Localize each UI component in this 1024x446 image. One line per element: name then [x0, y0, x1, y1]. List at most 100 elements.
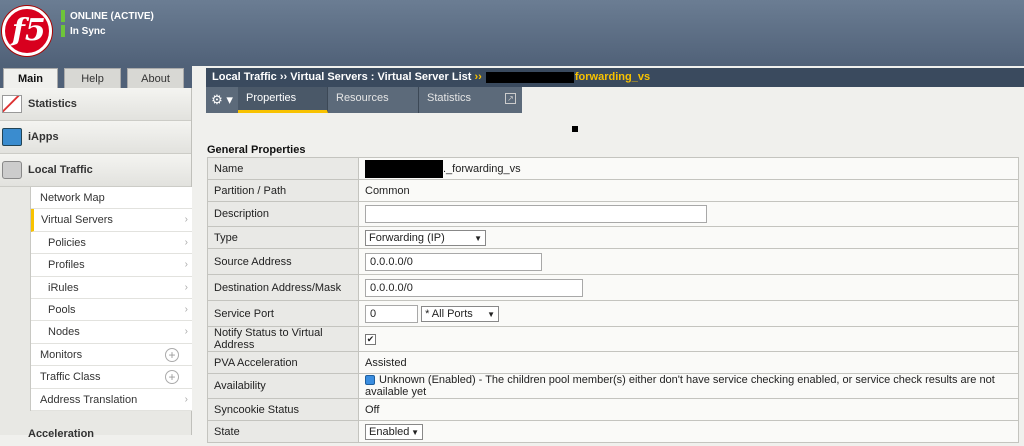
description-label: Description [207, 201, 359, 227]
name-cell: ._forwarding_vs [358, 157, 1019, 180]
add-plus-icon[interactable]: + [165, 370, 179, 385]
table-row: Description [207, 201, 1019, 227]
table-row: Syncookie Status Off [207, 398, 1019, 421]
table-row: Source Address 0.0.0.0/0 [207, 248, 1019, 275]
type-select-value: Forwarding (IP) [369, 231, 445, 244]
popout-icon[interactable]: ↗ [505, 93, 516, 104]
destination-cell: 0.0.0.0/0 [358, 274, 1019, 301]
tab-statistics-label: Statistics [427, 92, 472, 104]
gear-icon[interactable]: ⚙ ▾ [206, 87, 238, 113]
chevron-right-icon: › [184, 259, 188, 271]
properties-table: Name ._forwarding_vs Partition / Path Co… [207, 157, 1019, 443]
table-row: State Enabled ▼ [207, 420, 1019, 443]
availability-status-icon [365, 375, 375, 386]
marker-square [572, 126, 578, 132]
table-row: Name ._forwarding_vs [207, 157, 1019, 180]
partition-label: Partition / Path [207, 179, 359, 202]
nav-local-traffic[interactable]: Local Traffic [0, 154, 191, 187]
nav-acceleration[interactable]: Acceleration [0, 422, 192, 442]
add-plus-icon[interactable]: + [165, 347, 179, 362]
breadcrumb-virtual-server-list[interactable]: Virtual Servers : Virtual Server List [290, 71, 471, 83]
description-field[interactable] [365, 205, 707, 223]
service-port-field[interactable]: 0 [365, 304, 418, 323]
status-online: ONLINE (ACTIVE) [61, 9, 154, 23]
chevron-right-icon: › [184, 236, 188, 248]
table-row: Availability Unknown (Enabled) - The chi… [207, 373, 1019, 399]
state-select-value: Enabled [369, 425, 410, 438]
notify-label: Notify Status to Virtual Address [207, 326, 359, 352]
tab-statistics[interactable]: Statistics ↗ [419, 87, 522, 113]
chevron-right-icon: › [184, 393, 188, 405]
sidebar-item-pools[interactable]: Pools › [31, 299, 192, 322]
pva-label: PVA Acceleration [207, 351, 359, 374]
logo-text: f5 [12, 13, 46, 48]
tab-resources[interactable]: Resources [328, 87, 419, 113]
table-row: Destination Address/Mask 0.0.0.0/0 [207, 274, 1019, 301]
status-sync[interactable]: In Sync [61, 24, 154, 38]
sidebar-item-virtual-servers[interactable]: Virtual Servers › [31, 209, 192, 232]
sidebar-item-label: Network Map [40, 192, 105, 204]
sidebar-item-label: Profiles [48, 259, 85, 272]
state-label: State [207, 420, 359, 443]
table-row: PVA Acceleration Assisted [207, 351, 1019, 374]
chevron-right-icon: › [184, 281, 188, 293]
pva-value: Assisted [358, 351, 1019, 374]
status-sync-text[interactable]: In Sync [70, 26, 106, 37]
availability-cell: Unknown (Enabled) - The children pool me… [358, 373, 1019, 399]
sidebar-item-network-map[interactable]: Network Map [31, 187, 192, 210]
dropdown-arrow-icon: ▼ [411, 427, 419, 437]
iapps-icon [2, 128, 22, 146]
chevron-right-icon: › [184, 214, 188, 226]
syncookie-label: Syncookie Status [207, 398, 359, 421]
f5-logo[interactable]: f5 [2, 6, 52, 56]
sidebar-item-traffic-class[interactable]: Traffic Class + [31, 366, 192, 389]
sidebar-item-address-translation[interactable]: Address Translation › [31, 389, 192, 411]
sidebar-item-label: Virtual Servers [41, 214, 113, 227]
local-traffic-submenu: Network Map Virtual Servers › Policies › P… [30, 187, 192, 411]
sidebar-item-label: iRules [48, 281, 79, 294]
sidebar-item-nodes[interactable]: Nodes › [31, 321, 192, 344]
local-traffic-icon [2, 161, 22, 179]
sidebar-item-policies[interactable]: Policies › [31, 232, 192, 255]
table-row: Service Port 0 * All Ports ▼ [207, 300, 1019, 327]
destination-address-field[interactable]: 0.0.0.0/0 [365, 278, 583, 297]
redacted-block [485, 71, 574, 83]
breadcrumb-separator: ›› [279, 71, 288, 83]
service-port-label: Service Port [207, 300, 359, 327]
breadcrumb: Local Traffic ›› Virtual Servers : Virtu… [206, 68, 1024, 87]
source-address-field[interactable]: 0.0.0.0/0 [365, 252, 542, 271]
nav-local-traffic-label: Local Traffic [28, 164, 93, 176]
name-label: Name [207, 157, 359, 180]
state-select[interactable]: Enabled ▼ [365, 423, 423, 440]
breadcrumb-current: forwarding_vs [574, 71, 651, 83]
service-port-select-value: * All Ports [425, 307, 473, 320]
nav-statistics[interactable]: Statistics [0, 88, 191, 121]
destination-label: Destination Address/Mask [207, 274, 359, 301]
partition-value: Common [358, 179, 1019, 202]
availability-value: Unknown (Enabled) [379, 374, 476, 386]
type-label: Type [207, 226, 359, 249]
tab-about[interactable]: About [127, 68, 184, 88]
tab-main[interactable]: Main [3, 68, 58, 88]
chevron-right-icon: › [184, 326, 188, 338]
sidebar-item-profiles[interactable]: Profiles › [31, 254, 192, 277]
sidebar-item-monitors[interactable]: Monitors + [31, 344, 192, 367]
chevron-right-icon: › [184, 303, 188, 315]
section-title: General Properties [207, 144, 306, 156]
type-select[interactable]: Forwarding (IP) ▼ [365, 229, 486, 246]
service-port-select[interactable]: * All Ports ▼ [421, 305, 500, 322]
nav-iapps[interactable]: iApps [0, 121, 191, 154]
state-cell: Enabled ▼ [358, 420, 1019, 443]
sidebar-item-irules[interactable]: iRules › [31, 277, 192, 299]
left-tab-strip: Main Help About [0, 66, 192, 88]
tab-help[interactable]: Help [64, 68, 121, 88]
nav-statistics-label: Statistics [28, 98, 77, 110]
tab-properties[interactable]: Properties [238, 87, 328, 113]
dropdown-arrow-icon: ▼ [487, 309, 496, 319]
notify-checkbox[interactable]: ✔ [365, 333, 376, 345]
sync-bar-icon [61, 25, 65, 37]
breadcrumb-separator: ›› [474, 71, 482, 83]
type-cell: Forwarding (IP) ▼ [358, 226, 1019, 249]
name-value: ._forwarding_vs [443, 162, 521, 175]
breadcrumb-local-traffic[interactable]: Local Traffic [212, 71, 277, 83]
